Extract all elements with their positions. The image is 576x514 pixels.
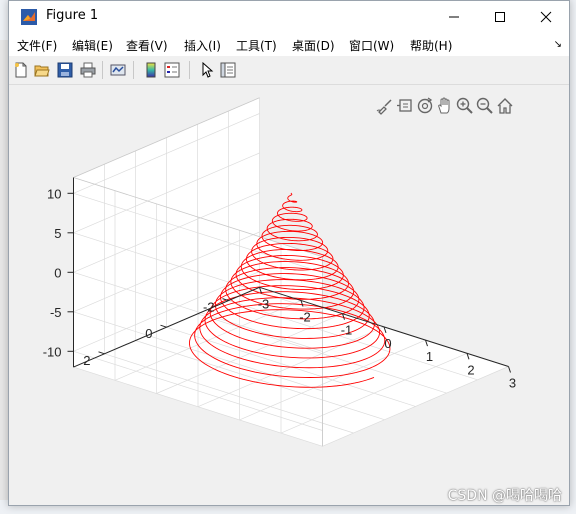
- figure-window: Figure 1 文件(F) 编辑(E) 查看(V) 插入(I) 工具(T) 桌…: [8, 0, 570, 506]
- y-tick-label: 2: [83, 353, 90, 368]
- zoom-out-icon[interactable]: [476, 97, 494, 115]
- rotate-3d-icon[interactable]: [416, 97, 434, 115]
- y-tick-label: 0: [145, 326, 152, 341]
- pan-icon[interactable]: [436, 97, 454, 115]
- zoom-in-icon[interactable]: [456, 97, 474, 115]
- x-tick-label: 1: [426, 349, 433, 364]
- x-tick-label: -1: [341, 323, 353, 338]
- z-tick-label: 10: [47, 186, 61, 201]
- x-tick-label: 2: [467, 362, 474, 377]
- z-tick-label: 5: [54, 226, 61, 241]
- y-tick-label: -2: [203, 300, 215, 315]
- z-tick-label: -5: [50, 305, 62, 320]
- data-tips-icon[interactable]: [396, 97, 414, 115]
- x-tick-mark: [508, 366, 511, 373]
- 3d-helix-plot[interactable]: -3-2-10123-202-10-50510: [9, 1, 569, 505]
- x-tick-label: 3: [509, 376, 516, 391]
- x-tick-label: -3: [258, 296, 270, 311]
- home-icon[interactable]: [496, 97, 514, 115]
- brush-icon[interactable]: [376, 97, 394, 115]
- z-tick-label: 0: [54, 265, 61, 280]
- x-tick-label: 0: [384, 336, 391, 351]
- x-tick-label: -2: [299, 310, 311, 325]
- z-tick-label: -10: [43, 344, 62, 359]
- csdn-watermark: CSDN @喝哈喝哈: [447, 488, 562, 504]
